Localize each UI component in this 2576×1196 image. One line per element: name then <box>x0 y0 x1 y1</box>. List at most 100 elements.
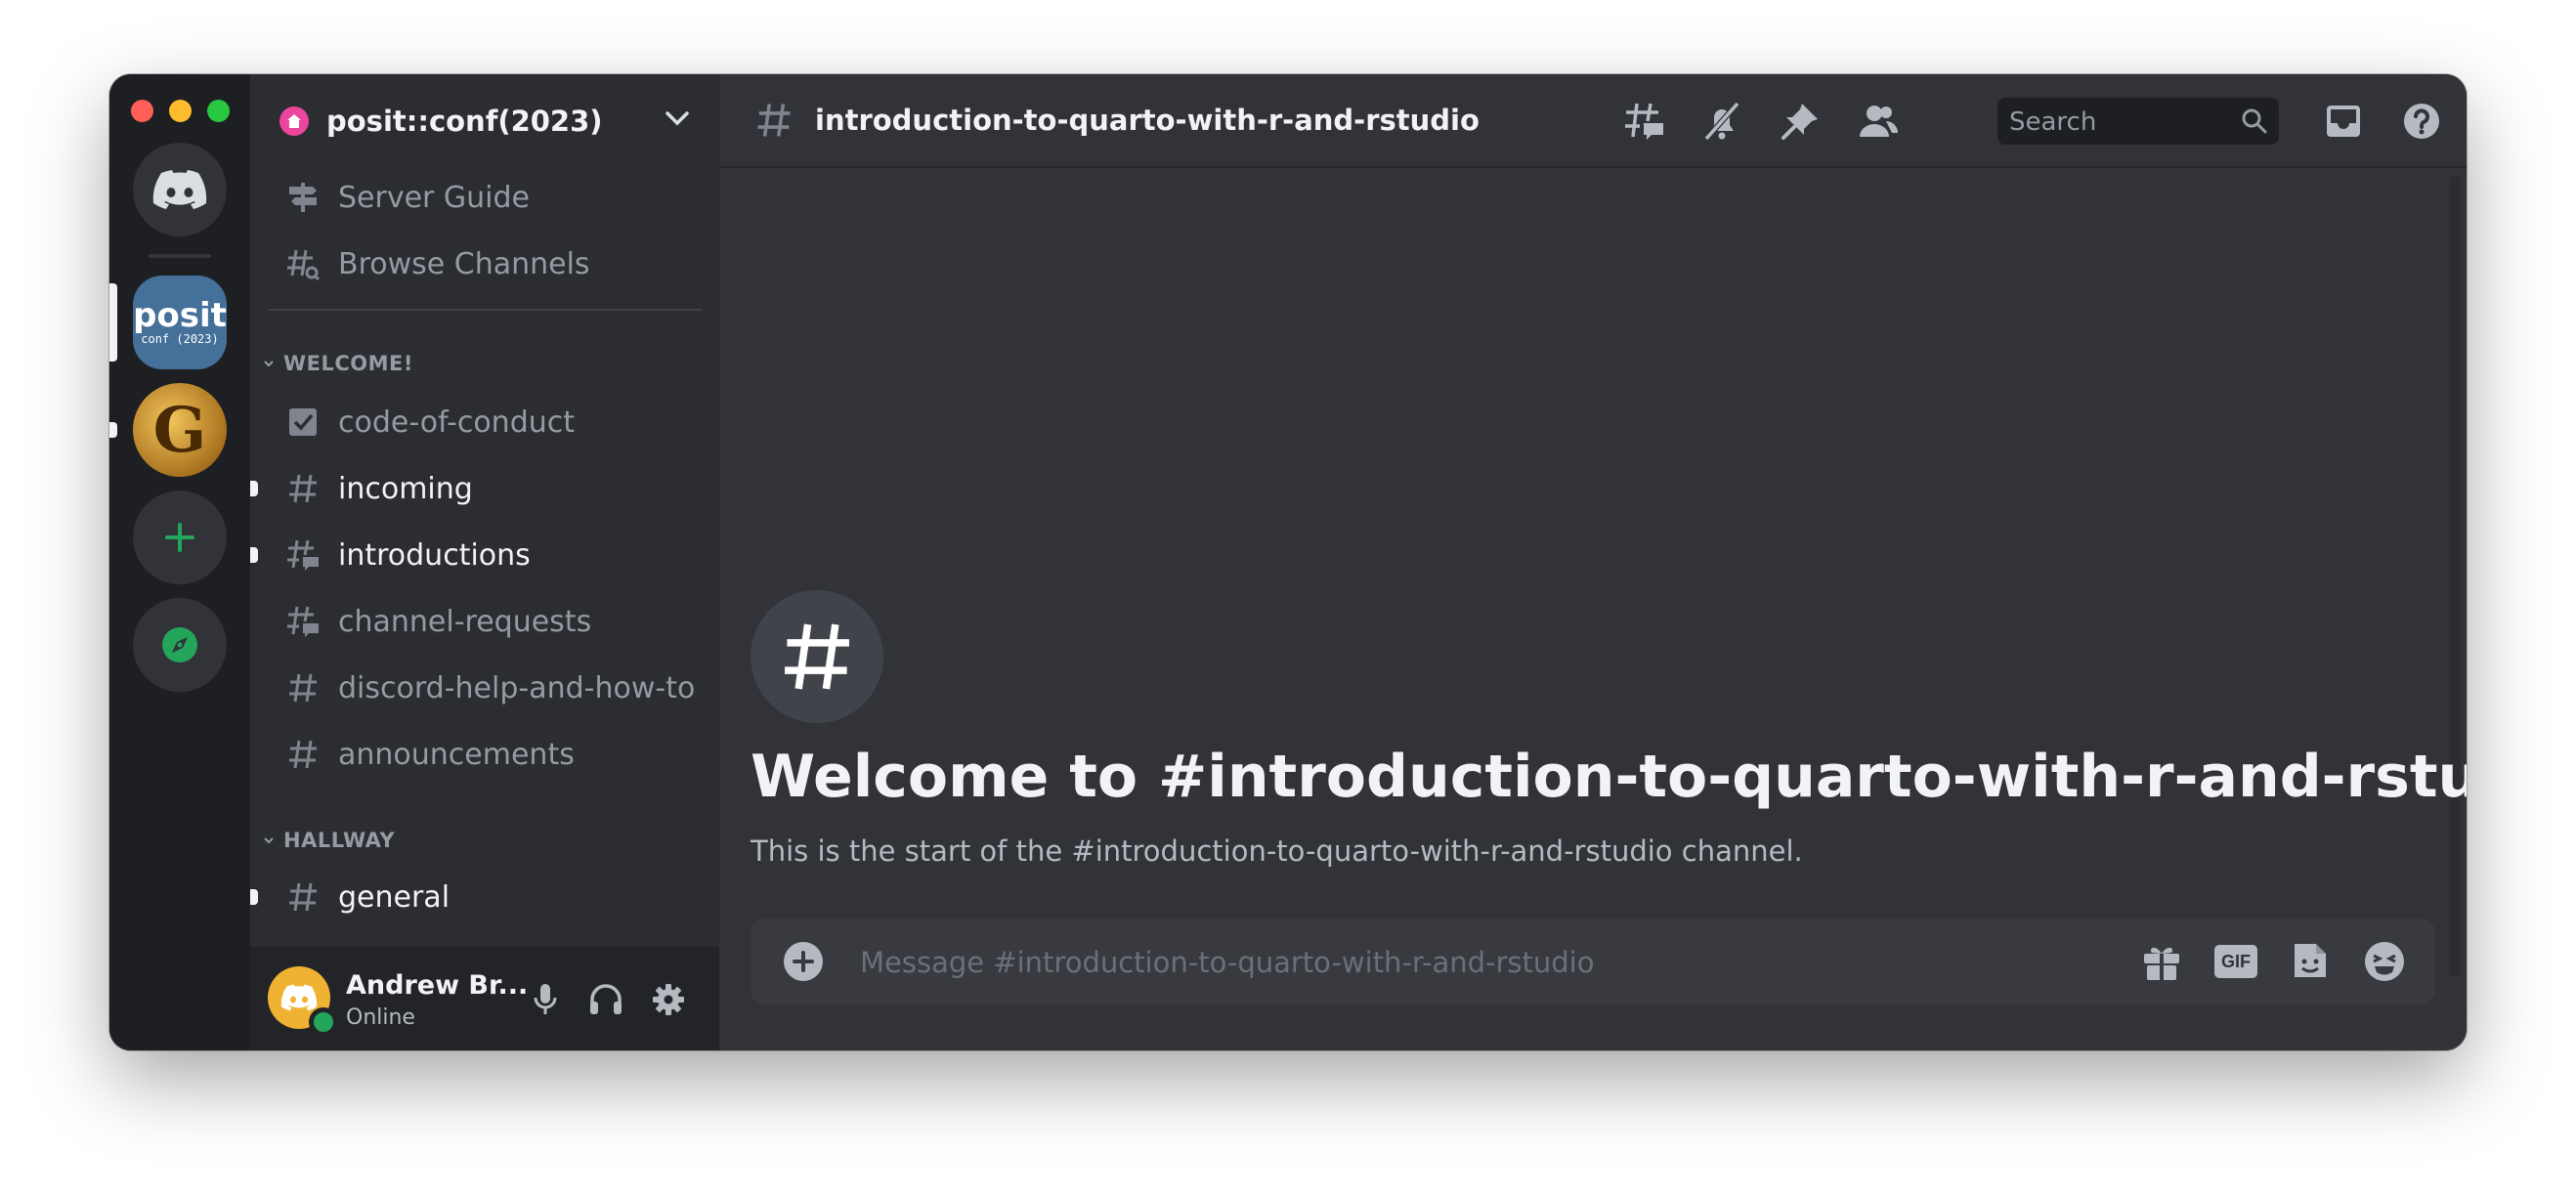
gift-button[interactable] <box>2138 938 2185 985</box>
hash-icon <box>757 104 791 137</box>
category-label: HALLWAY <box>283 829 396 852</box>
gif-button[interactable]: GIF <box>2212 938 2259 985</box>
channel-sidebar: posit::conf(2023) Server Guide Browse Ch… <box>250 74 719 1050</box>
notification-settings-button[interactable] <box>1700 100 1743 143</box>
plus-icon <box>165 523 194 552</box>
sidebar-item-label: announcements <box>338 737 575 772</box>
plus-circle-icon <box>784 942 823 981</box>
message-composer: GIF <box>751 918 2435 1004</box>
chevron-down-icon <box>264 361 274 367</box>
message-input[interactable] <box>858 938 2035 987</box>
window-minimize-button[interactable] <box>169 100 192 122</box>
server-rail: posit conf (2023) G <box>109 74 250 1050</box>
gif-icon: GIF <box>2214 945 2257 978</box>
hash-icon <box>785 623 849 690</box>
headphones-icon <box>590 984 622 1014</box>
sticker-button[interactable] <box>2287 938 2334 985</box>
gift-icon <box>2144 947 2179 980</box>
rail-separator <box>149 254 211 258</box>
server-icon-g[interactable]: G <box>133 383 227 477</box>
channel-title: introduction-to-quarto-with-r-and-rstudi… <box>815 104 1480 137</box>
discord-logo-icon <box>152 170 207 209</box>
sidebar-item-label: Server Guide <box>338 180 531 215</box>
sidebar-item-introductions[interactable]: introductions <box>250 526 719 584</box>
help-button[interactable] <box>2400 100 2443 143</box>
server-header[interactable]: posit::conf(2023) <box>250 74 719 168</box>
emoji-icon <box>2365 942 2404 981</box>
browse-channels-icon <box>283 244 322 283</box>
user-settings-button[interactable] <box>647 978 690 1021</box>
upload-button[interactable] <box>782 940 825 987</box>
emoji-button[interactable] <box>2361 938 2408 985</box>
unread-indicator <box>250 481 258 496</box>
server-icon-subtext: conf (2023) <box>141 332 219 346</box>
sidebar-divider <box>268 309 702 311</box>
chevron-down-icon <box>665 111 689 126</box>
inbox-icon <box>2327 106 2360 137</box>
sidebar-item-incoming[interactable]: incoming <box>250 459 719 518</box>
inbox-button[interactable] <box>2322 100 2365 143</box>
sidebar-item-discord-help-and-how-to[interactable]: discord-help-and-how-to <box>250 659 719 717</box>
pinned-messages-button[interactable] <box>1779 100 1822 143</box>
window-zoom-button[interactable] <box>207 100 230 122</box>
scrollbar[interactable] <box>2449 176 2461 977</box>
user-panel: Andrew Br... Online <box>250 947 719 1050</box>
sticker-icon <box>2295 944 2326 977</box>
server-icon-text: posit <box>133 296 227 335</box>
sidebar-item-server-guide[interactable]: Server Guide <box>250 168 719 227</box>
signpost-icon <box>283 178 322 217</box>
explore-servers-button[interactable] <box>133 598 227 692</box>
category-hallway[interactable]: HALLWAY <box>250 821 719 860</box>
threads-button[interactable] <box>1622 100 1665 143</box>
server-name: posit::conf(2023) <box>326 105 603 138</box>
chat-area: introduction-to-quarto-with-r-and-rstudi… <box>719 74 2467 1050</box>
hash-icon <box>283 469 322 508</box>
hash-icon <box>283 877 322 917</box>
add-server-button[interactable] <box>133 491 227 584</box>
forum-icon <box>283 535 322 575</box>
forum-icon <box>283 602 322 641</box>
unread-indicator <box>250 889 258 905</box>
help-icon <box>2404 104 2439 139</box>
welcome-heading: Welcome to #introduction-to-quarto-with-… <box>751 743 2467 811</box>
sidebar-item-label: introductions <box>338 537 531 573</box>
search-input[interactable]: Search <box>1997 98 2279 145</box>
unread-indicator <box>250 547 258 563</box>
gear-icon <box>653 984 684 1015</box>
hash-icon <box>283 668 322 707</box>
sidebar-item-code-of-conduct[interactable]: code-of-conduct <box>250 393 719 451</box>
member-list-button[interactable] <box>1857 100 1900 143</box>
bell-muted-icon <box>1703 102 1740 141</box>
sidebar-item-label: code-of-conduct <box>338 405 576 440</box>
direct-messages-button[interactable] <box>133 143 227 236</box>
sidebar-item-announcements[interactable]: announcements <box>250 725 719 784</box>
sidebar-item-label: incoming <box>338 471 473 506</box>
compass-icon <box>162 627 197 662</box>
channel-header: introduction-to-quarto-with-r-and-rstudi… <box>719 74 2467 168</box>
discord-logo-icon <box>280 984 318 1011</box>
hash-icon <box>283 735 322 774</box>
channel-welcome-icon <box>751 590 883 723</box>
sidebar-item-label: discord-help-and-how-to <box>338 670 696 705</box>
chevron-down-icon <box>264 837 274 844</box>
members-icon <box>1860 106 1898 137</box>
category-welcome[interactable]: WELCOME! <box>250 344 719 383</box>
username: Andrew Br... <box>346 970 529 1001</box>
sidebar-item-channel-requests[interactable]: channel-requests <box>250 592 719 651</box>
category-label: WELCOME! <box>283 352 413 375</box>
mute-button[interactable] <box>524 978 567 1021</box>
online-status-icon <box>309 1007 338 1037</box>
unread-server-indicator <box>109 422 117 438</box>
server-boost-icon <box>279 107 309 136</box>
deafen-button[interactable] <box>584 978 627 1021</box>
microphone-icon <box>534 984 557 1014</box>
sidebar-item-label: Browse Channels <box>338 246 590 281</box>
window-close-button[interactable] <box>131 100 153 122</box>
server-icon-posit-conf[interactable]: posit conf (2023) <box>133 276 227 369</box>
sidebar-item-label: general <box>338 879 451 915</box>
sidebar-item-general[interactable]: general <box>250 868 719 926</box>
search-placeholder: Search <box>2009 107 2097 137</box>
sidebar-item-browse-channels[interactable]: Browse Channels <box>250 235 719 293</box>
pin-icon <box>1782 104 1818 140</box>
active-server-indicator <box>109 283 117 362</box>
